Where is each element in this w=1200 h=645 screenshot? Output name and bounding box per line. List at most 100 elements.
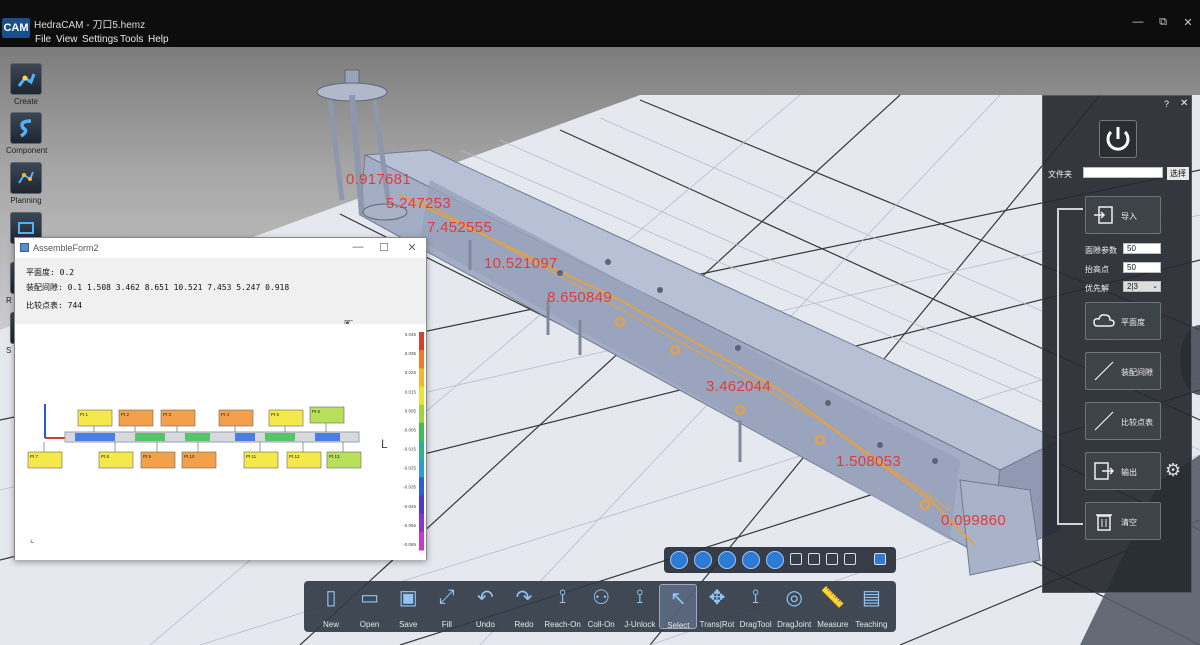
gear-icon[interactable]: ⚙ [1165,460,1181,481]
toolbar-label: Teaching [855,620,888,629]
close-button[interactable]: ✕ [1180,16,1196,29]
open-button[interactable]: ▭ Open [351,584,389,630]
select-button[interactable]: ↖ Select [659,584,698,630]
form-minimize-button[interactable]: — [351,241,365,253]
toolbar-label: Coll-On [587,620,615,629]
point-tag-label: Pt 3 [163,412,172,417]
measure-label: 3.462044 [706,378,771,395]
menu-file[interactable]: File [35,34,51,45]
color-scale-tick: 0.035 [405,351,417,356]
menu-view[interactable]: View [56,34,78,45]
export-button[interactable]: 输出 [1085,452,1161,490]
toolbar-label: Reach-On [544,620,581,629]
help-icon[interactable]: ? [1164,99,1169,109]
folder-path-input[interactable] [1083,167,1163,178]
import-button[interactable]: 导入 [1085,196,1161,234]
drag-joint-icon: ◎ [785,586,803,609]
deviation-chart[interactable]: 0.045 0.035 0.025 0.015 0.005 -0.005 -0.015 -0.… [15,324,426,560]
robot-arm-icon [10,63,42,95]
trash-icon [1096,514,1112,531]
menu-settings[interactable]: Settings [82,34,118,45]
new-button[interactable]: ▯ New [312,584,350,630]
folder-label: 文件夹 [1048,170,1072,179]
gap-param-label: 面隙参数 [1085,246,1117,255]
restore-button[interactable]: ⧉ [1155,16,1171,29]
planning-tool[interactable]: Planning [6,162,46,205]
power-button[interactable] [1099,120,1137,158]
point-tag-label: Pt 10 [184,454,195,459]
form-close-button[interactable]: ✕ [405,241,419,254]
clock-icon[interactable] [742,551,760,569]
lift-point-input[interactable]: 50 [1123,262,1161,273]
view-back-icon[interactable] [844,553,856,565]
color-scale-segment [419,332,424,351]
point-tag-label: Pt 6 [312,409,321,414]
color-scale-segment [419,386,424,406]
fill-button[interactable]: ⤢ Fill [428,584,466,630]
panel-close-icon[interactable]: ✕ [1180,98,1188,109]
export-icon [1094,462,1115,480]
select-folder-button[interactable]: 选择 [1167,167,1189,180]
assembly-gap-label: 装配间隙 [1121,368,1153,377]
toolbar-label: Open [359,620,380,629]
component-tool[interactable]: Component [6,112,47,155]
view-front-icon[interactable] [790,553,802,565]
clear-button[interactable]: 清空 [1085,502,1161,540]
priority-select[interactable]: 2|3 ⌄ [1123,281,1161,292]
trans-rot-button[interactable]: ✥ Trans|Rot [698,584,736,630]
assemble-form-info: 平面度: 0.2 装配间隙: 0.1 1.508 3.462 8.651 10.… [15,258,426,331]
assemble-form-title: AssembleForm2 [33,243,99,253]
form-icon [20,243,29,252]
dragtool-button[interactable]: ⟟ DragTool [737,584,775,630]
undo-button[interactable]: ↶ Undo [466,584,504,630]
menu-tools[interactable]: Tools [120,34,143,45]
j-unlock-button[interactable]: ⟟ J-Unlock [621,584,659,630]
dragjoint-button[interactable]: ◎ DragJoint [775,584,813,630]
form-maximize-button[interactable]: ☐ [377,241,391,254]
compare-points-button[interactable]: 比较点表 [1085,402,1161,440]
measure-button[interactable]: 📏 Measure [814,584,852,630]
stop-icon[interactable] [694,551,712,569]
color-scale-segment [419,477,424,496]
transform-icon: ✥ [708,586,726,609]
create-tool[interactable]: Create [6,63,46,106]
color-scale-tick: -0.005 [403,427,416,432]
minimize-button[interactable]: — [1130,16,1146,28]
redo-button[interactable]: ↷ Redo [505,584,543,630]
color-scale-segment [419,404,424,424]
view-side-icon[interactable] [826,553,838,565]
drag-tool-icon: ⟟ [751,585,760,608]
coll-on-button[interactable]: ⚇ Coll-On [582,584,620,630]
orbit-icon[interactable] [766,551,784,569]
point-tag-label: Pt 7 [30,454,39,459]
menu-help[interactable]: Help [148,34,169,45]
cloud-icon [1093,314,1115,327]
diagonal-line-icon [1094,361,1114,381]
color-scale-tick: -0.015 [403,447,416,452]
save-button[interactable]: ▣ Save [389,584,427,630]
view-top-icon[interactable] [808,553,820,565]
compare-points-label: 比较点表 [1121,418,1153,427]
screenshot-icon[interactable] [874,553,886,565]
measure-label: 1.508053 [836,453,901,470]
joint-unlock-icon: ⟟ [636,585,644,608]
import-label: 导入 [1121,212,1137,221]
color-scale-bar: 0.045 0.035 0.025 0.015 0.005 -0.005 -0.015 -0.… [403,332,424,551]
assemble-form-window[interactable]: AssembleForm2 — ☐ ✕ 平面度: 0.2 装配间隙: 0.1 1… [14,237,427,560]
color-scale-tick: -0.055 [403,523,416,528]
play-icon[interactable] [670,551,688,569]
color-scale-tick: 0.025 [405,370,417,375]
menu-bar: File View Settings Tools Help [0,33,1200,47]
color-scale-segment [419,459,424,478]
assemble-form-titlebar[interactable]: AssembleForm2 — ☐ ✕ [15,238,426,258]
assembly-gap-button[interactable]: 装配间隙 [1085,352,1161,390]
flatness-button[interactable]: 平面度 [1085,302,1161,340]
power-icon [1106,127,1130,151]
toolbar-label: Redo [514,620,534,629]
point-tag-label: Pt 11 [246,454,257,459]
view-cube-icon[interactable] [718,551,736,569]
reach-on-button[interactable]: ⟟ Reach-On [544,584,582,630]
gap-param-input[interactable]: 50 [1123,243,1161,254]
teaching-button[interactable]: ▤ Teaching [852,584,890,630]
color-scale-tick: 0.045 [405,332,417,337]
